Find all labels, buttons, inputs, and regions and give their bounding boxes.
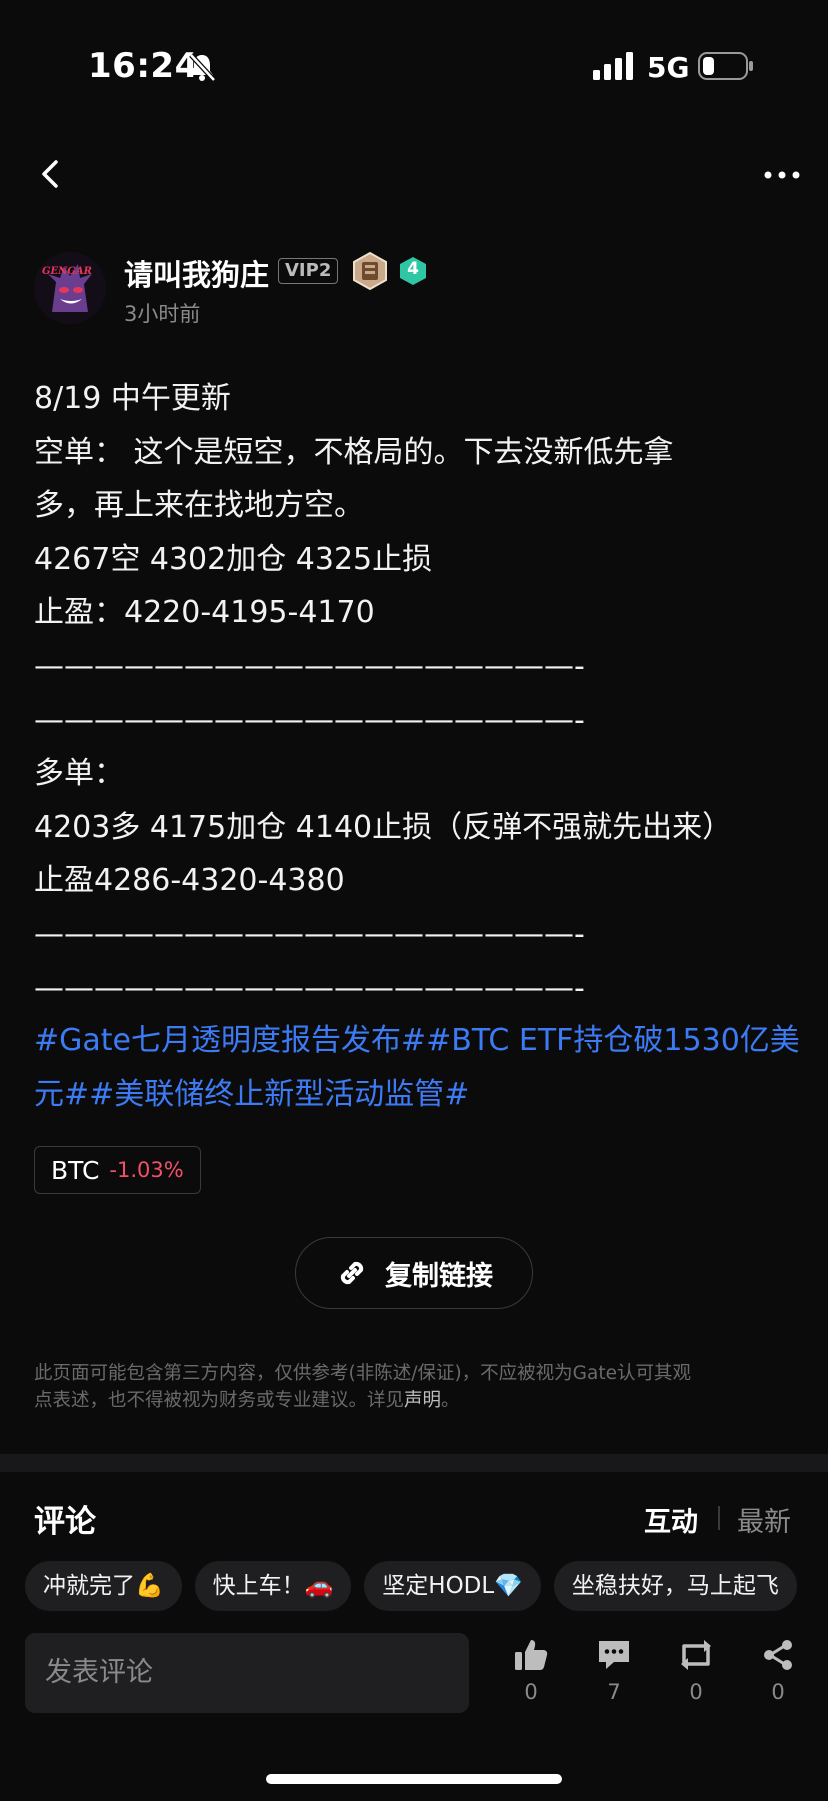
like-count: 0 [524, 1680, 538, 1704]
post-line: 多单： [34, 756, 124, 792]
post-body: 8/19 中午更新 空单： 这个是短空，不格局的。下去没新低先拿 多，再上来在找… [34, 372, 804, 1015]
copy-link-label: 复制链接 [385, 1260, 493, 1292]
repost-icon [681, 1640, 711, 1670]
sort-tab-interaction[interactable]: 互动 [644, 1500, 698, 1539]
disclaimer-link[interactable]: 声明 [404, 1390, 441, 1411]
comment-input[interactable]: 发表评论 [25, 1633, 469, 1713]
repost-action[interactable]: 0 [666, 1638, 726, 1704]
post-line: 止盈4286-4320-4380 [34, 863, 345, 899]
post-time: 3小时前 [124, 302, 201, 326]
sort-separator [718, 1506, 720, 1530]
disclaimer-line: 点表述，也不得被视为财务或专业建议。详见 [34, 1390, 405, 1411]
hashtag-link[interactable]: #Gate七月透明度报告发布# [34, 1023, 426, 1058]
avatar[interactable]: GENGAR [34, 252, 106, 324]
comments-header: 评论 互动 最新 [34, 1496, 794, 1540]
disclaimer-line: 此页面可能包含第三方内容，仅供参考(非陈述/保证)，不应被视为Gate认可其观 [34, 1363, 691, 1384]
author-header: GENGAR 请叫我狗庄 VIP2 4 3小时前 [34, 252, 794, 332]
post-line: ——————————————————- [34, 702, 585, 738]
quick-reply-chip[interactable]: 坐稳扶好，马上起飞 [553, 1561, 797, 1611]
share-action[interactable]: 0 [748, 1638, 808, 1704]
back-arrow-icon[interactable] [30, 154, 70, 194]
post-line: 4203多 4175加仓 4140止损（反弹不强就先出来） [34, 809, 733, 845]
top-nav [0, 150, 828, 200]
thumbs-up-icon [515, 1640, 548, 1670]
quick-replies: 冲就完了💪 快上车！🚗 坚定HODL💎 坐稳扶好，马上起飞 [25, 1561, 828, 1611]
post-line: 8/19 中午更新 [34, 381, 231, 416]
post-line: 止盈：4220-4195-4170 [34, 595, 375, 631]
post-line: 空单： 这个是短空，不格局的。下去没新低先拿 [34, 434, 674, 470]
copy-link-button[interactable]: 复制链接 [295, 1237, 533, 1309]
status-bar: 16:24 5G [0, 0, 828, 135]
post-line: ——————————————————- [34, 916, 585, 952]
vip-badge: VIP2 [278, 258, 339, 284]
quick-reply-chip[interactable]: 冲就完了💪 [25, 1561, 182, 1611]
comment-bubble-icon [599, 1641, 629, 1669]
comment-count: 7 [607, 1680, 621, 1704]
battery-icon [698, 52, 753, 80]
network-type: 5G [647, 51, 690, 84]
home-indicator [266, 1774, 562, 1784]
sort-tab-latest[interactable]: 最新 [737, 1500, 791, 1539]
section-divider [0, 1454, 828, 1472]
ghost-avatar-icon [34, 252, 106, 324]
comments-title: 评论 [34, 1504, 96, 1540]
post-line: 多，再上来在找地方空。 [34, 488, 364, 524]
repost-count: 0 [689, 1680, 703, 1704]
ticker-symbol: BTC [51, 1155, 100, 1185]
ticker-chip[interactable]: BTC -1.03% [34, 1146, 201, 1194]
comment-action[interactable]: 7 [584, 1638, 644, 1704]
avatar-text: GENGAR [42, 266, 92, 277]
like-action[interactable]: 0 [501, 1638, 561, 1704]
quick-reply-chip[interactable]: 坚定HODL💎 [364, 1561, 541, 1611]
link-icon [340, 1261, 364, 1285]
level-badge: 4 [398, 256, 428, 286]
post-line: 4267空 4302加仓 4325止损 [34, 541, 433, 577]
disclaimer-end: 。 [441, 1390, 460, 1411]
status-time: 16:24 [88, 46, 199, 86]
share-count: 0 [771, 1680, 785, 1704]
share-icon [764, 1640, 792, 1670]
quick-reply-chip[interactable]: 快上车！🚗 [194, 1561, 352, 1611]
hashtags: #Gate七月透明度报告发布##BTC ETF持仓破1530亿美元##美联储终止… [34, 1014, 804, 1122]
disclaimer: 此页面可能包含第三方内容，仅供参考(非陈述/保证)，不应被视为Gate认可其观 … [34, 1360, 794, 1414]
silent-bell-icon [189, 53, 216, 82]
signal-icon [593, 52, 633, 80]
level-number: 4 [407, 259, 419, 279]
post-line: ——————————————————- [34, 648, 585, 684]
medal-badge-icon [353, 252, 387, 290]
ticker-change: -1.03% [109, 1158, 184, 1182]
post-line: ——————————————————- [34, 970, 585, 1006]
author-name[interactable]: 请叫我狗庄 [124, 252, 269, 294]
hashtag-link[interactable]: #美联储终止新型活动监管# [89, 1077, 469, 1112]
more-options-icon[interactable] [760, 160, 804, 190]
